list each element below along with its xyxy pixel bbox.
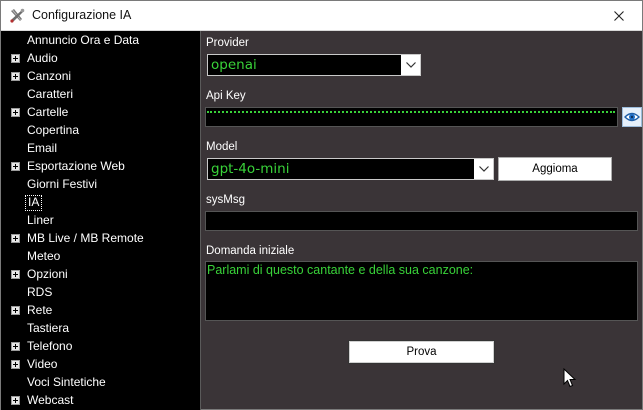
config-window: Configurazione IA Annuncio Ora e Data Aud… xyxy=(0,0,643,410)
tree-item[interactable]: Webcast xyxy=(1,392,200,410)
apikey-label: Api Key xyxy=(206,90,246,102)
close-button[interactable] xyxy=(596,1,642,30)
test-button[interactable]: Prova xyxy=(348,340,495,364)
sysmsg-input[interactable] xyxy=(205,211,638,231)
tree-item-label: Annuncio Ora e Data xyxy=(27,33,140,47)
expand-plus-icon[interactable] xyxy=(11,162,20,171)
tree-item-label: Rete xyxy=(27,303,53,317)
tree-item-label: Copertina xyxy=(27,123,80,137)
close-icon xyxy=(614,10,624,21)
tree-item[interactable]: MB Live / MB Remote xyxy=(1,230,200,248)
expand-plus-icon[interactable] xyxy=(11,234,20,243)
tree-item-label: Giorni Festivi xyxy=(27,177,98,191)
apikey-masked-value xyxy=(207,111,615,114)
initial-question-value: Parlami di questo cantante e della sua c… xyxy=(207,263,474,277)
expand-plus-icon[interactable] xyxy=(11,306,20,315)
tree-item-label: Telefono xyxy=(27,339,73,353)
expand-plus-icon[interactable] xyxy=(11,342,20,351)
tree-item[interactable]: Annuncio Ora e Data xyxy=(1,32,200,50)
provider-value: openai xyxy=(211,57,257,73)
model-value: gpt-4o-mini xyxy=(211,161,290,177)
tree-item-label: Email xyxy=(27,141,58,155)
tree-item[interactable]: Rete xyxy=(1,302,200,320)
tree-item[interactable]: Esportazione Web xyxy=(1,158,200,176)
tree-item-label: Opzioni xyxy=(27,267,68,281)
tree-item[interactable]: Voci Sintetiche xyxy=(1,374,200,392)
tree-item-label: Caratteri xyxy=(27,87,74,101)
chevron-down-icon xyxy=(478,166,489,172)
tree-item[interactable]: Video xyxy=(1,356,200,374)
initial-question-label: Domanda iniziale xyxy=(206,245,295,257)
expand-plus-icon[interactable] xyxy=(11,270,20,279)
tree-item-label: IA xyxy=(25,195,43,211)
show-apikey-button[interactable] xyxy=(622,107,642,127)
tree-item[interactable]: Cartelle xyxy=(1,104,200,122)
window-title: Configurazione IA xyxy=(32,8,132,22)
tree-item[interactable]: Caratteri xyxy=(1,86,200,104)
tree-item-label: Cartelle xyxy=(27,105,69,119)
expand-plus-icon[interactable] xyxy=(11,360,20,369)
tree-item-label: Liner xyxy=(27,213,54,227)
expand-plus-icon[interactable] xyxy=(11,72,20,81)
provider-label: Provider xyxy=(206,37,249,49)
eye-icon xyxy=(624,112,640,122)
tree-item[interactable]: Meteo xyxy=(1,248,200,266)
tree-item[interactable]: Giorni Festivi xyxy=(1,176,200,194)
update-models-button[interactable]: Aggioma xyxy=(498,157,612,181)
settings-tree[interactable]: Annuncio Ora e Data Audio Canzoni Caratteri… xyxy=(1,31,201,410)
tree-item-label: Webcast xyxy=(27,393,74,407)
tree-item-label: Esportazione Web xyxy=(27,159,125,173)
tree-item[interactable]: RDS xyxy=(1,284,200,302)
ia-settings-panel: Provider openai Api Key Model gpt-4o-min… xyxy=(202,31,642,409)
tree-item-label: Canzoni xyxy=(27,69,72,83)
mouse-cursor-icon xyxy=(563,368,577,388)
provider-select[interactable]: openai xyxy=(207,54,421,76)
tree-item-label: Video xyxy=(27,357,58,371)
initial-question-textarea[interactable]: Parlami di questo cantante e della sua c… xyxy=(205,261,638,321)
tree-item[interactable]: Email xyxy=(1,140,200,158)
tools-icon xyxy=(9,8,25,24)
model-select[interactable]: gpt-4o-mini xyxy=(207,158,494,180)
tree-item[interactable]: Opzioni xyxy=(1,266,200,284)
chevron-down-icon xyxy=(405,62,416,68)
tree-item-label: Meteo xyxy=(27,249,61,263)
provider-dropdown-button[interactable] xyxy=(401,55,420,75)
sysmsg-label: sysMsg xyxy=(206,194,245,206)
tree-item[interactable]: Liner xyxy=(1,212,200,230)
tree-item[interactable]: Audio xyxy=(1,50,200,68)
tree-item-label: MB Live / MB Remote xyxy=(27,231,144,245)
tree-item-label: Voci Sintetiche xyxy=(27,375,106,389)
tree-item[interactable]: IA xyxy=(1,194,200,212)
tree-item[interactable]: Telefono xyxy=(1,338,200,356)
apikey-input[interactable] xyxy=(205,107,618,127)
tree-item[interactable]: Copertina xyxy=(1,122,200,140)
tree-item[interactable]: Tastiera xyxy=(1,320,200,338)
tree-item-label: Tastiera xyxy=(27,321,70,335)
model-label: Model xyxy=(206,141,238,153)
tree-item-label: RDS xyxy=(27,285,53,299)
expand-plus-icon[interactable] xyxy=(11,54,20,63)
tree-item[interactable]: Canzoni xyxy=(1,68,200,86)
tree-item-label: Audio xyxy=(27,51,58,65)
model-dropdown-button[interactable] xyxy=(474,159,493,179)
expand-plus-icon[interactable] xyxy=(11,108,20,117)
title-bar[interactable]: Configurazione IA xyxy=(1,1,642,31)
expand-plus-icon[interactable] xyxy=(11,396,20,405)
